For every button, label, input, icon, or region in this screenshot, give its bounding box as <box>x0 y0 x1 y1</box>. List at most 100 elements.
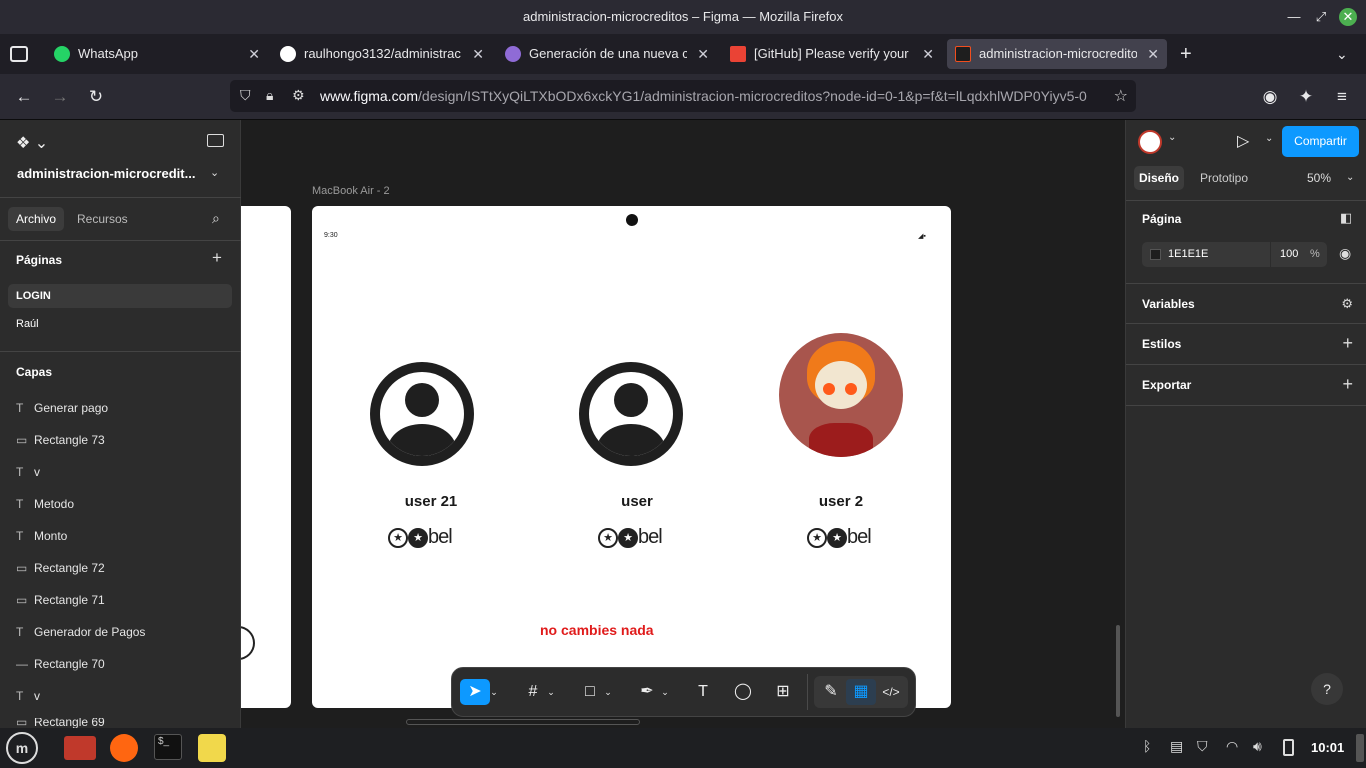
layer-item[interactable]: T Generar pago <box>16 398 108 418</box>
tab-recursos[interactable]: Recursos <box>77 207 128 231</box>
chevron-down-icon[interactable]: ⌄ <box>1168 132 1176 143</box>
tab-whatsapp[interactable]: WhatsApp ✕ <box>46 39 268 69</box>
tab-github-repo[interactable]: raulhongo3132/administrac ✕ <box>272 39 492 69</box>
close-tab-icon[interactable]: ✕ <box>697 39 709 69</box>
text-tool-icon[interactable]: T <box>688 679 718 705</box>
dev-mode-icon[interactable]: </> <box>876 679 906 705</box>
actions-tool-icon[interactable]: ⊞ <box>768 679 798 705</box>
reload-icon[interactable]: ↻ <box>84 86 108 108</box>
layer-item[interactable]: ▭ Rectangle 72 <box>16 558 105 578</box>
add-page-icon[interactable]: + <box>212 248 222 268</box>
horizontal-scrollbar[interactable] <box>406 719 640 725</box>
chevron-down-icon[interactable]: ⌄ <box>488 679 500 705</box>
fill-opacity[interactable]: 100 <box>1280 242 1298 267</box>
user-avatar[interactable] <box>579 362 683 466</box>
chevron-down-icon[interactable]: ⌄ <box>1346 166 1354 190</box>
chevron-down-icon[interactable]: ⌄ <box>1265 133 1273 144</box>
page-item-login[interactable]: LOGIN <box>8 284 232 308</box>
restore-icon[interactable]: ⤢ <box>1312 8 1330 26</box>
clipboard-icon[interactable]: ▤ <box>1170 738 1183 755</box>
bluetooth-icon[interactable]: ᛒ <box>1143 738 1151 754</box>
chevron-down-icon[interactable]: ⌄ <box>602 679 614 705</box>
design-mode-icon[interactable]: ▦ <box>846 679 876 705</box>
url-bar[interactable]: ⛉ 🔒︎ ⚙ www.figma.com/design/ISTtXyQiLTXb… <box>230 80 1136 112</box>
page-fill-input[interactable]: 1E1E1E 100 % <box>1142 242 1327 267</box>
extensions-icon[interactable]: ✦ <box>1294 86 1318 108</box>
tab-github-key[interactable]: Generación de una nueva cla ✕ <box>497 39 717 69</box>
files-icon[interactable] <box>64 736 96 760</box>
tab-gmail[interactable]: [GitHub] Please verify your d ✕ <box>722 39 942 69</box>
minimize-icon[interactable]: — <box>1285 8 1303 26</box>
sidebar-toggle-icon[interactable] <box>207 134 224 147</box>
pen-tool-icon[interactable]: ✒ <box>632 679 662 705</box>
url-text[interactable]: www.figma.com/design/ISTtXyQiLTXbODx6xck… <box>320 80 1087 112</box>
lock-icon[interactable]: 🔒︎ <box>266 87 273 104</box>
shield-icon[interactable]: ⛉ <box>1197 738 1208 755</box>
zoom-level[interactable]: 50% <box>1307 166 1331 190</box>
frame-partial[interactable] <box>241 206 291 708</box>
clock[interactable]: 10:01 <box>1311 740 1344 755</box>
layer-item[interactable]: ▭ Rectangle 71 <box>16 590 105 610</box>
user-avatar[interactable] <box>370 362 474 466</box>
file-name[interactable]: administracion-microcredit... <box>17 166 195 181</box>
export-section[interactable]: Exportar + <box>1126 365 1366 406</box>
notes-icon[interactable] <box>198 734 226 762</box>
move-tool-icon[interactable]: ➤ <box>460 679 490 705</box>
color-swatch[interactable] <box>1150 249 1161 260</box>
menu-icon[interactable]: ≡ <box>1330 86 1354 108</box>
styles-section[interactable]: Estilos + <box>1126 324 1366 365</box>
avatar[interactable] <box>1138 130 1162 154</box>
close-window-icon[interactable]: ✕ <box>1339 8 1357 26</box>
draw-mode-icon[interactable]: ✎ <box>816 679 846 705</box>
close-tab-icon[interactable]: ✕ <box>472 39 484 69</box>
layer-item[interactable]: T Generador de Pagos <box>16 622 145 642</box>
variables-section[interactable]: Variables ⚙ <box>1126 283 1366 324</box>
firefox-view-icon[interactable] <box>10 46 28 62</box>
add-export-icon[interactable]: + <box>1342 374 1353 395</box>
help-button[interactable]: ? <box>1311 673 1343 705</box>
canvas[interactable]: MacBook Air - 2 9:30 ◢▪ user 21 user use… <box>241 120 1125 728</box>
layer-item[interactable]: T Monto <box>16 526 67 546</box>
bookmark-star-icon[interactable]: ☆ <box>1114 86 1128 106</box>
layer-item[interactable]: — Rectangle 70 <box>16 654 105 674</box>
close-tab-icon[interactable]: ✕ <box>248 39 260 69</box>
search-icon[interactable]: ⌕ <box>212 210 220 227</box>
fill-hex[interactable]: 1E1E1E <box>1168 242 1208 267</box>
back-icon[interactable]: ← <box>12 86 36 108</box>
show-desktop[interactable] <box>1356 734 1364 762</box>
close-tab-icon[interactable]: ✕ <box>922 39 934 69</box>
rectangle-tool-icon[interactable]: □ <box>575 679 605 705</box>
page-item-raul[interactable]: Raúl <box>16 318 39 330</box>
close-tab-icon[interactable]: ✕ <box>1147 39 1159 69</box>
tab-archivo[interactable]: Archivo <box>8 207 65 231</box>
volume-icon[interactable]: 🔊︎ <box>1253 738 1262 755</box>
forward-icon[interactable]: → <box>48 86 72 108</box>
eye-icon[interactable]: ◉ <box>1339 245 1351 262</box>
add-style-icon[interactable]: + <box>1342 333 1353 354</box>
styles-library-icon[interactable]: ◧ <box>1340 210 1352 226</box>
battery-icon[interactable] <box>1283 739 1294 756</box>
account-icon[interactable]: ◉ <box>1258 86 1282 108</box>
frame-label[interactable]: MacBook Air - 2 <box>312 185 390 197</box>
new-tab-icon[interactable]: + <box>1180 40 1200 68</box>
layer-item[interactable]: T Metodo <box>16 494 74 514</box>
comment-tool-icon[interactable]: ◯ <box>728 679 758 705</box>
terminal-icon[interactable]: $_ <box>154 734 182 760</box>
share-button[interactable]: Compartir <box>1282 126 1359 157</box>
chevron-down-icon[interactable]: ⌄ <box>210 166 219 179</box>
figma-menu-icon[interactable]: ❖ ⌄ <box>16 133 48 153</box>
chevron-down-icon[interactable]: ⌄ <box>659 679 671 705</box>
frame-tool-icon[interactable]: # <box>518 679 548 705</box>
vertical-scrollbar[interactable] <box>1116 625 1120 717</box>
firefox-icon[interactable] <box>110 734 138 762</box>
wifi-icon[interactable]: ◠ <box>1226 738 1238 755</box>
tab-prototipo[interactable]: Prototipo <box>1200 166 1248 190</box>
permissions-icon[interactable]: ⚙ <box>292 87 305 104</box>
layer-item[interactable]: Tv <box>16 686 40 706</box>
shield-icon[interactable]: ⛉ <box>240 87 251 104</box>
layer-item[interactable]: ▭ Rectangle 73 <box>16 430 105 450</box>
list-tabs-icon[interactable]: ⌄ <box>1336 40 1356 68</box>
mint-menu-icon[interactable]: m <box>6 732 38 764</box>
layer-item[interactable]: ▭ Rectangle 69 <box>16 718 105 728</box>
skull-avatar[interactable] <box>779 333 903 457</box>
